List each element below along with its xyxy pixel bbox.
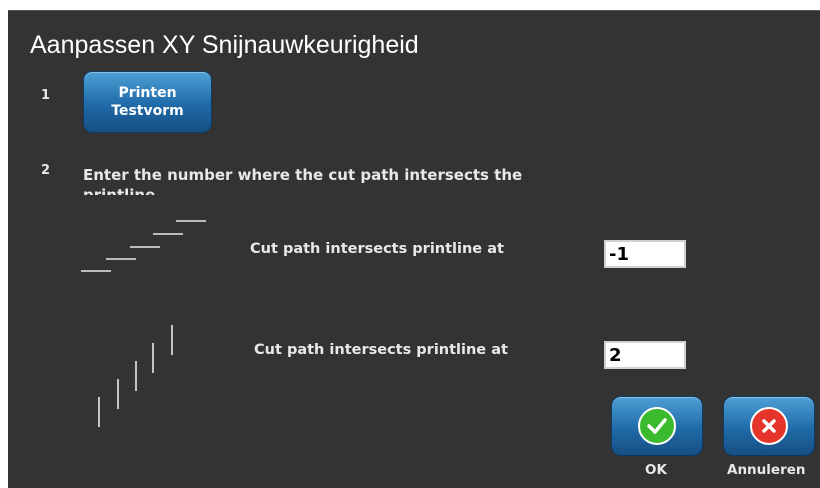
cancel-button[interactable] (723, 396, 815, 456)
dialog-title: Aanpassen XY Snijnauwkeurigheid (30, 31, 419, 59)
ok-button-label: OK (645, 462, 667, 478)
cancel-button-label: Annuleren (727, 462, 806, 478)
x-adjust-value-field[interactable]: -1 (604, 240, 686, 268)
horizontal-staircase-lines-icon (81, 220, 206, 272)
cut-accuracy-dialog: Aanpassen XY Snijnauwkeurigheid 1 Printe… (8, 10, 820, 488)
checkmark-icon (638, 407, 676, 445)
print-test-pattern-button[interactable]: Printen Testvorm (83, 71, 212, 133)
print-button-label-line1: Printen (118, 85, 177, 101)
y-adjust-label: Cut path intersects printline at (254, 342, 508, 358)
print-button-label-line2: Testvorm (111, 103, 184, 119)
ok-button[interactable] (611, 396, 703, 456)
vertical-staircase-lines-icon (98, 325, 173, 427)
step-1-number: 1 (41, 88, 51, 103)
y-adjust-value-field[interactable]: 2 (604, 341, 686, 369)
x-close-icon (750, 407, 788, 445)
step-2-instruction: Enter the number where the cut path inte… (83, 166, 523, 195)
x-adjust-label: Cut path intersects printline at (250, 241, 504, 257)
step-2-number: 2 (41, 163, 51, 178)
